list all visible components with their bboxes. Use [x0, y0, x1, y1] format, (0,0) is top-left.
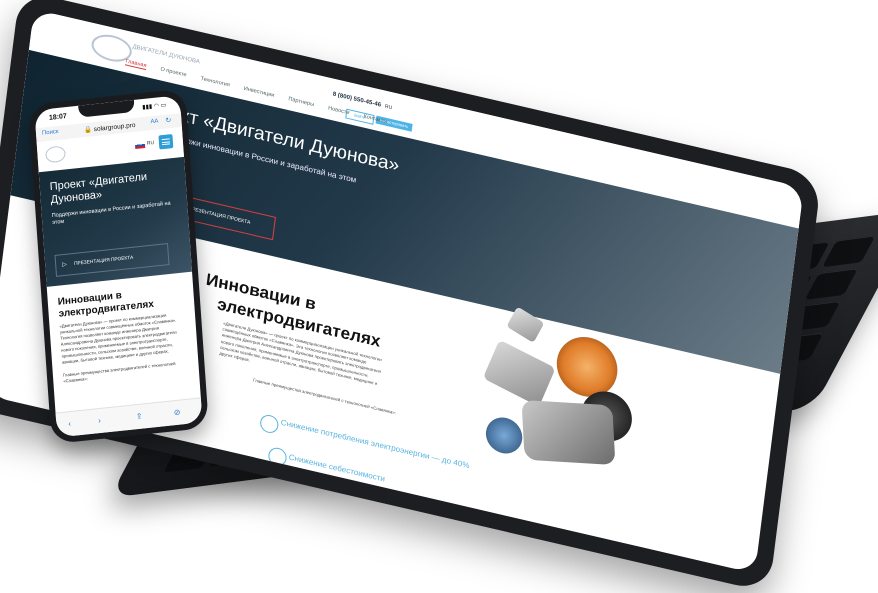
menu-item-news[interactable]: Новости [328, 105, 350, 117]
language-switch[interactable]: RU [385, 104, 393, 111]
device-mockup-scene: ДВИГАТЕЛИ ДУЮНОВА 8 (800) 550-45-46 RU В… [0, 0, 878, 593]
menu-item-technology[interactable]: Технология [200, 76, 230, 90]
phone-presentation-button[interactable]: ▷ ПРЕЗЕНТАЦИЯ ПРОЕКТА [54, 243, 170, 277]
section-paragraph-2: Главные преимущества электродвигателей с… [252, 377, 397, 416]
hamburger-menu-button[interactable] [158, 134, 174, 150]
status-time: 18:07 [48, 113, 68, 122]
menu-item-partners[interactable]: Партнеры [288, 96, 314, 109]
menu-item-home[interactable]: Главная [124, 58, 147, 71]
menu-item-investments[interactable]: Инвестиции [243, 86, 274, 100]
bookmarks-icon[interactable]: ⊘ [174, 408, 181, 418]
menu-item-contacts[interactable]: Контакты [363, 114, 388, 126]
share-icon[interactable]: ⇪ [136, 412, 143, 422]
forward-icon[interactable]: › [98, 416, 101, 425]
status-icons: ▮▮▮ ◠ ▭ [142, 102, 167, 112]
back-icon[interactable]: ‹ [68, 419, 71, 428]
play-icon: ▷ [62, 261, 68, 269]
text-size-button[interactable]: АА [150, 118, 158, 125]
energy-icon [259, 413, 280, 435]
russia-flag-icon[interactable] [134, 141, 146, 149]
engine-exploded-illustration [460, 303, 653, 517]
phone-hero-banner: Проект «Двигатели Дуюнова» Поддержи инно… [38, 156, 193, 287]
phone-screen: 18:07 ▮▮▮ ◠ ▭ Поиск 🔒 solargroup.pro АА … [34, 95, 203, 438]
presentation-label: ПРЕЗЕНТАЦИЯ ПРОЕКТА [74, 255, 134, 267]
reload-icon[interactable]: ↻ [165, 116, 171, 125]
menu-item-about[interactable]: О проекте [160, 67, 187, 80]
phone-device: 18:07 ▮▮▮ ◠ ▭ Поиск 🔒 solargroup.pro АА … [28, 88, 209, 445]
phone-language-switch[interactable]: RU [147, 140, 155, 147]
phone-number[interactable]: 8 (800) 550-45-46 [332, 92, 381, 109]
